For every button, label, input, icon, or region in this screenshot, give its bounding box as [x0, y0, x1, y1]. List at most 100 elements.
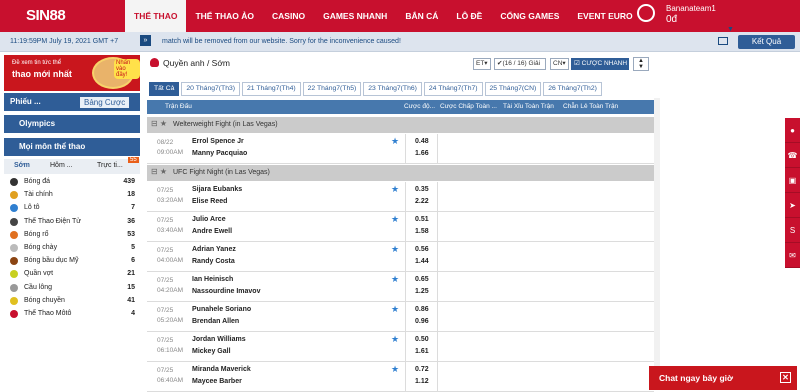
scrollbar[interactable]: [654, 98, 660, 388]
odds-away[interactable]: 1.44: [415, 258, 429, 265]
odds-away[interactable]: 1.12: [415, 378, 429, 385]
table-row: 07/25 03:20AM Sijara Eubanks Elise Reed ★ 0.3…: [147, 182, 654, 212]
team-home: Jordan Williams: [192, 336, 246, 343]
date-tab[interactable]: 21 Tháng7(Th4): [242, 82, 301, 96]
close-icon[interactable]: ✕: [780, 372, 791, 383]
collapse-icon[interactable]: ⊟ ★: [151, 119, 167, 128]
live-chat-bar[interactable]: Chat ngay bây giờ ✕: [649, 366, 797, 390]
nav-item-cong-games[interactable]: CỔNG GAMES: [491, 0, 568, 32]
team-home: Errol Spence Jr: [192, 138, 244, 145]
divider: [437, 362, 438, 392]
odds-away[interactable]: 2.22: [415, 198, 429, 205]
sidebar-sport-item[interactable]: Cầu lông 15: [4, 282, 140, 295]
sport-icon: [10, 296, 18, 305]
collapse-icon[interactable]: ⊟ ★: [151, 167, 167, 176]
nav-item-the-thao-ao[interactable]: THỂ THAO ẢO: [186, 0, 263, 32]
subtab-hom-nay[interactable]: Hôm ...: [50, 162, 73, 169]
skype-icon[interactable]: S: [785, 218, 800, 243]
promo-banner[interactable]: Đề xem tin tức thể thao mới nhất Nhấn và…: [4, 55, 140, 91]
user-avatar-icon[interactable]: [637, 4, 655, 22]
subtab-truc-tiep[interactable]: Trực ti...: [97, 162, 123, 169]
sidebar-sport-item[interactable]: Bóng rổ 53: [4, 229, 140, 242]
favorite-star-icon[interactable]: ★: [391, 136, 399, 147]
favorite-star-icon[interactable]: ★: [391, 364, 399, 375]
sidebar-sport-item[interactable]: Lô tô 7: [4, 202, 140, 215]
odds-home[interactable]: 0.48: [415, 138, 429, 145]
boxing-glove-icon: [150, 58, 159, 67]
clock: 11:19:59PM July 19, 2021 GMT +7: [10, 38, 119, 45]
mail-icon[interactable]: [718, 37, 728, 45]
nav-item-casino[interactable]: CASINO: [263, 0, 314, 32]
sport-count: 53: [127, 230, 135, 238]
tab-phieu[interactable]: Phiếu ...: [10, 97, 41, 106]
table-row: 07/25 05:20AM Punahele Soriano Brendan Alle…: [147, 302, 654, 332]
site-logo[interactable]: SIN88: [0, 0, 118, 32]
nav-item-event-euro[interactable]: EVENT EURO: [568, 0, 641, 32]
odds-away[interactable]: 1.25: [415, 288, 429, 295]
olympics-menu[interactable]: Olympics: [4, 115, 140, 133]
quick-bet-toggle[interactable]: ☑ CƯỢC NHANH: [571, 58, 629, 70]
league-count-button[interactable]: ✔(16 / 16) Giải: [494, 58, 546, 70]
odds-home[interactable]: 0.72: [415, 366, 429, 373]
nav-item-games-nhanh[interactable]: GAMES NHANH: [314, 0, 396, 32]
league-header[interactable]: ⊟ ★ UFC Fight Night (in Las Vegas): [147, 165, 654, 181]
sidebar-sport-item[interactable]: Bóng chuyền 41: [4, 295, 140, 308]
table-row: 07/25 06:10AM Jordan Williams Mickey Gall ★ 0…: [147, 332, 654, 362]
odds-home[interactable]: 0.35: [415, 186, 429, 193]
user-icon[interactable]: ●: [785, 118, 800, 143]
sort-arrows-icon[interactable]: ▲ ▼: [633, 57, 649, 71]
nav-item-the-thao[interactable]: THỂ THAO: [125, 0, 187, 32]
lang-select[interactable]: CN▾: [550, 58, 569, 70]
date-tab[interactable]: 20 Tháng7(Th3): [181, 82, 241, 96]
odds-home[interactable]: 0.51: [415, 216, 429, 223]
odds-away[interactable]: 0.96: [415, 318, 429, 325]
sports-list: Bóng đá 439 Tài chính 18 Lô tô 7 Thể Thao Điện…: [4, 176, 140, 321]
favorite-star-icon[interactable]: ★: [391, 274, 399, 285]
gift-icon[interactable]: ▣: [785, 168, 800, 193]
odds-away[interactable]: 1.66: [415, 150, 429, 157]
favorite-star-icon[interactable]: ★: [391, 214, 399, 225]
team-away: Maycee Barber: [192, 378, 242, 385]
date-tab[interactable]: 26 Tháng7(Th2): [543, 82, 602, 96]
all-sports-menu[interactable]: Mọi môn thể thao: [4, 138, 140, 156]
odds-home[interactable]: 0.86: [415, 306, 429, 313]
messenger-icon[interactable]: ✉: [785, 243, 800, 268]
filter-select[interactable]: ET▾: [473, 58, 491, 70]
divider: [437, 134, 438, 164]
league-header[interactable]: ⊟ ★ Welterweight Fight (in Las Vegas): [147, 117, 654, 133]
subtab-som[interactable]: Sớm: [14, 162, 30, 169]
ket-qua-button[interactable]: Kết Quả: [738, 35, 795, 49]
table-row: 07/25 03:40AM Julio Arce Andre Ewell ★ 0.51 1.…: [147, 212, 654, 242]
sidebar-sport-item[interactable]: Thể Thao Môtô 4: [4, 308, 140, 321]
odds-away[interactable]: 1.61: [415, 348, 429, 355]
sport-name: Bóng chày: [24, 243, 58, 251]
favorite-star-icon[interactable]: ★: [391, 334, 399, 345]
date-tab[interactable]: 25 Tháng7(CN): [484, 82, 542, 96]
sidebar-sport-item[interactable]: Bóng chày 5: [4, 242, 140, 255]
sidebar-sport-item[interactable]: Bóng đá 439: [4, 176, 140, 189]
nav-item-lo-de[interactable]: LÔ ĐỀ: [447, 0, 491, 32]
favorite-star-icon[interactable]: ★: [391, 244, 399, 255]
date-tab[interactable]: 22 Tháng7(Th5): [302, 82, 362, 96]
telegram-icon[interactable]: ➤: [785, 193, 800, 218]
odds-away[interactable]: 1.58: [415, 228, 429, 235]
date-tab[interactable]: 23 Tháng7(Th6): [363, 82, 422, 96]
date-tab[interactable]: Tất Cả: [149, 82, 180, 96]
favorite-star-icon[interactable]: ★: [391, 304, 399, 315]
match-date: 08/22: [157, 139, 174, 146]
odds-home[interactable]: 0.56: [415, 246, 429, 253]
phone-icon[interactable]: ☎: [785, 143, 800, 168]
promo-bubble: Nhấn vào đây!: [114, 59, 140, 79]
sidebar-sport-item[interactable]: Bóng bầu dục Mỹ 6: [4, 255, 140, 268]
sport-name: Thể Thao Môtô: [24, 309, 72, 317]
date-tab[interactable]: 24 Tháng7(Th7): [423, 82, 483, 96]
odds-home[interactable]: 0.65: [415, 276, 429, 283]
tab-bang-cuoc[interactable]: Bảng Cược: [80, 97, 130, 108]
odds-home[interactable]: 0.50: [415, 336, 429, 343]
match-time: 03:40AM: [157, 227, 184, 234]
sidebar-sport-item[interactable]: Tài chính 18: [4, 189, 140, 202]
sidebar-sport-item[interactable]: Quần vợt 21: [4, 268, 140, 281]
sidebar-sport-item[interactable]: Thể Thao Điện Tử 36: [4, 216, 140, 229]
nav-item-ban-ca[interactable]: BẮN CÁ: [396, 0, 447, 32]
favorite-star-icon[interactable]: ★: [391, 184, 399, 195]
